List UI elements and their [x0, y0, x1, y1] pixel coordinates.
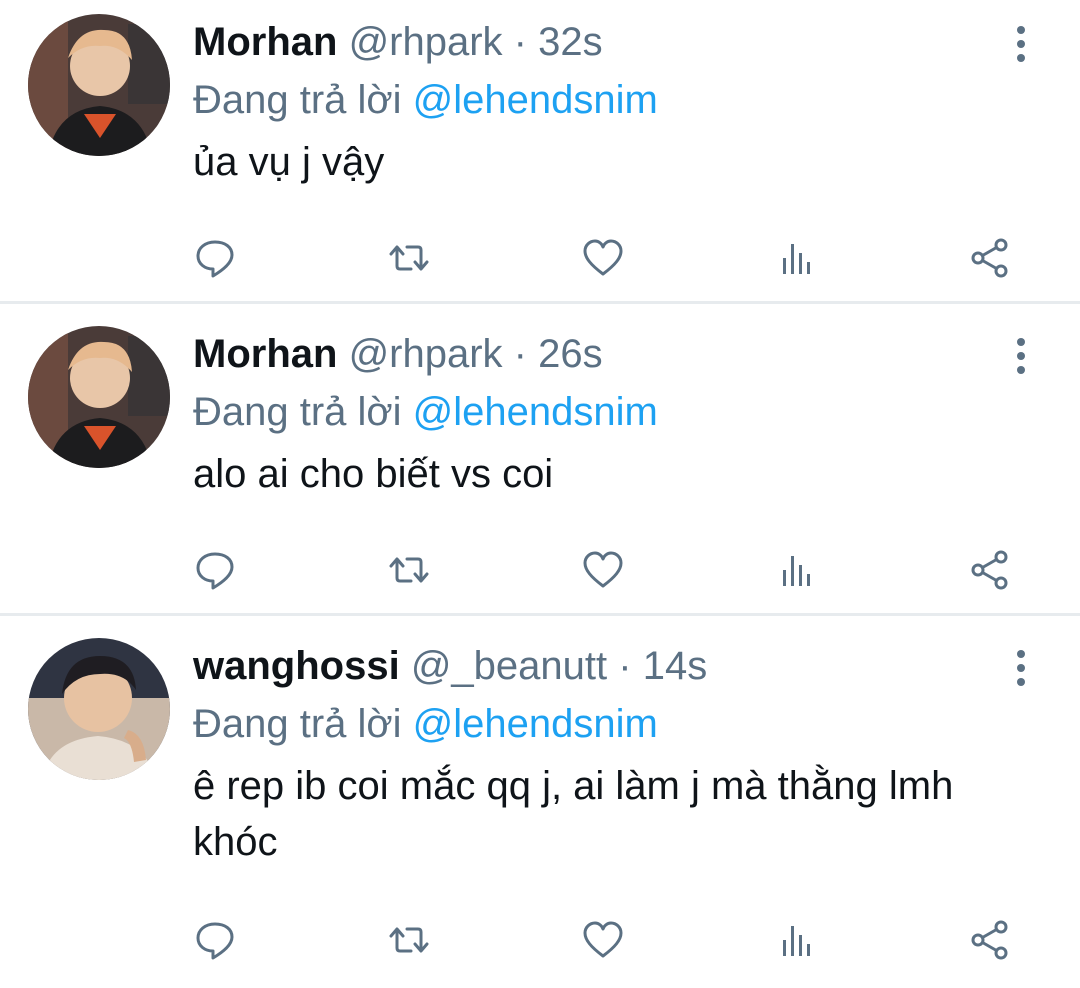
handle[interactable]: @_beanutt	[411, 644, 607, 688]
reply-button[interactable]	[185, 540, 245, 600]
retweet-icon	[389, 245, 429, 271]
tweet[interactable]: Morhan @rhpark · 26s Đang trả lời @lehen…	[0, 304, 1080, 616]
retweet-button[interactable]	[379, 228, 439, 288]
display-name[interactable]: wanghossi	[193, 644, 400, 688]
tweet-text: ê rep ib coi mắc qq j, ai làm j mà thằng…	[193, 764, 954, 864]
reply-prefix: Đang trả lời	[193, 702, 402, 746]
tweet-text: alo ai cho biết vs coi	[193, 452, 554, 496]
separator: ·	[618, 644, 632, 688]
separator: ·	[513, 20, 527, 64]
separator: ·	[513, 332, 527, 376]
share-button[interactable]	[960, 228, 1020, 288]
tweet[interactable]: wanghossi @_beanutt · 14s Đang trả lời @…	[0, 616, 1080, 988]
analytics-button[interactable]	[766, 540, 826, 600]
analytics-button[interactable]	[766, 910, 826, 970]
timestamp[interactable]: 14s	[643, 644, 708, 688]
reply-mention[interactable]: @lehendsnim	[413, 702, 658, 746]
display-name[interactable]: Morhan	[193, 20, 337, 64]
handle[interactable]: @rhpark	[349, 332, 503, 376]
more-options-icon[interactable]	[1006, 22, 1036, 66]
like-button[interactable]	[573, 540, 633, 600]
reply-icon	[196, 922, 234, 960]
analytics-icon	[783, 926, 811, 956]
reply-prefix: Đang trả lời	[193, 78, 402, 122]
retweet-icon	[389, 557, 429, 583]
retweet-icon	[389, 927, 429, 953]
retweet-button[interactable]	[379, 910, 439, 970]
more-options-icon[interactable]	[1006, 646, 1036, 690]
like-icon	[583, 551, 622, 588]
timestamp[interactable]: 32s	[538, 20, 603, 64]
share-icon	[971, 920, 1008, 960]
more-options-icon[interactable]	[1006, 334, 1036, 378]
reply-button[interactable]	[185, 228, 245, 288]
retweet-button[interactable]	[379, 540, 439, 600]
reply-icon	[196, 240, 234, 278]
share-icon	[971, 550, 1008, 590]
timestamp[interactable]: 26s	[538, 332, 603, 376]
analytics-icon	[783, 244, 811, 274]
reply-prefix: Đang trả lời	[193, 390, 402, 434]
analytics-icon	[783, 556, 811, 586]
reply-mention[interactable]: @lehendsnim	[413, 78, 658, 122]
share-button[interactable]	[960, 540, 1020, 600]
like-icon	[583, 239, 622, 276]
avatar[interactable]	[28, 638, 170, 780]
share-button[interactable]	[960, 910, 1020, 970]
tweet[interactable]: Morhan @rhpark · 32s Đang trả lời @lehen…	[0, 0, 1080, 304]
like-button[interactable]	[573, 910, 633, 970]
reply-icon	[196, 552, 234, 590]
reply-button[interactable]	[185, 910, 245, 970]
display-name[interactable]: Morhan	[193, 332, 337, 376]
handle[interactable]: @rhpark	[349, 20, 503, 64]
like-icon	[583, 921, 622, 958]
avatar[interactable]	[28, 326, 170, 468]
avatar[interactable]	[28, 14, 170, 156]
reply-mention[interactable]: @lehendsnim	[413, 390, 658, 434]
like-button[interactable]	[573, 228, 633, 288]
share-icon	[971, 238, 1008, 278]
tweet-text: ủa vụ j vậy	[193, 140, 385, 184]
analytics-button[interactable]	[766, 228, 826, 288]
